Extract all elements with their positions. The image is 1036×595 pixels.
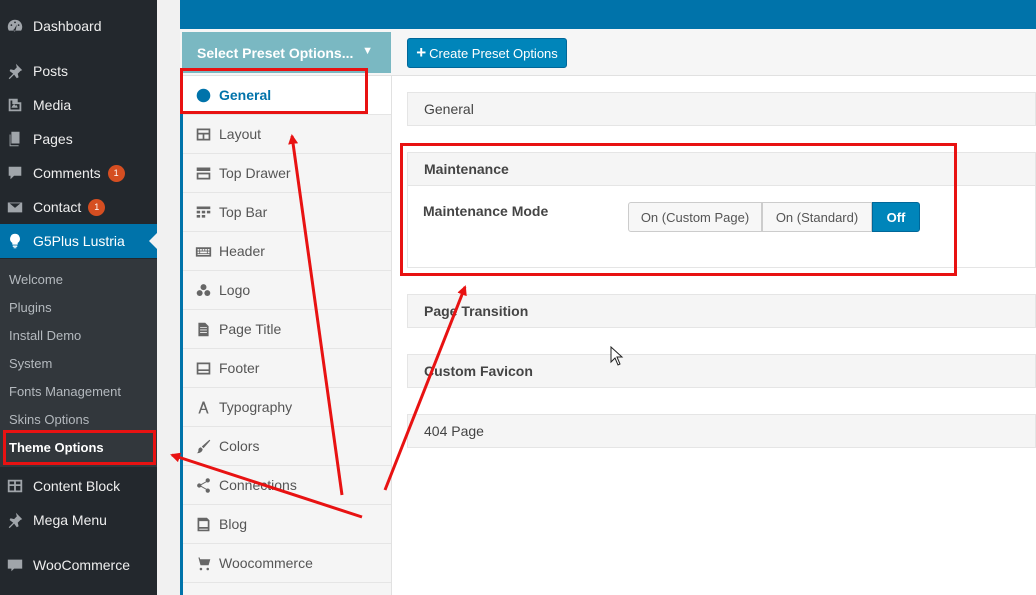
lightbulb-icon	[5, 231, 25, 251]
nav-tab-label: Logo	[219, 282, 251, 298]
preset-select-label: Select Preset Options...	[197, 44, 354, 61]
menu-item-g5plus-lustria[interactable]: G5Plus Lustria	[0, 224, 157, 258]
comments-count-badge: 1	[107, 164, 125, 182]
create-preset-label: Create Preset Options	[429, 45, 558, 61]
nav-tab-label: Page Title	[219, 321, 282, 337]
admin-sidebar: Dashboard Posts Media Pages Comments 1 C…	[0, 0, 157, 595]
nav-tab-label: Footer	[219, 360, 260, 376]
woo-icon	[5, 555, 25, 575]
highlight-theme-options	[3, 430, 156, 465]
pages-icon	[5, 129, 25, 149]
nav-tab-connections[interactable]: Connections	[183, 466, 391, 505]
menu-item-label: Contact	[33, 199, 82, 215]
nav-tab-label: Woocommerce	[219, 555, 313, 571]
nav-tab-header[interactable]: Header	[183, 232, 391, 271]
nav-tab-label: Top Drawer	[219, 165, 291, 181]
preset-select-dropdown[interactable]: Select Preset Options... ▼	[182, 32, 391, 73]
contact-count-badge: 1	[88, 198, 106, 216]
pin-icon	[5, 61, 25, 81]
nav-tab-logo[interactable]: Logo	[183, 271, 391, 310]
menu-item-label: G5Plus Lustria	[33, 233, 125, 249]
menu-item-label: Mega Menu	[33, 512, 107, 528]
menu-item-mega-menu[interactable]: Mega Menu	[0, 503, 157, 537]
menu-item-label: Dashboard	[33, 18, 102, 34]
nav-tab-label: Layout	[219, 126, 262, 142]
section-404-page[interactable]: 404 Page	[407, 414, 1036, 448]
menu-item-pages[interactable]: Pages	[0, 122, 157, 156]
topbar-icon	[193, 202, 213, 222]
nav-tab-woocommerce[interactable]: Woocommerce	[183, 544, 391, 583]
submenu-item-welcome[interactable]: Welcome	[9, 272, 63, 287]
content-gutter	[157, 0, 180, 595]
menu-item-dashboard[interactable]: Dashboard	[0, 9, 157, 43]
envelope-icon	[5, 197, 25, 217]
nav-tab-label: Connections	[219, 477, 297, 493]
menu-item-media[interactable]: Media	[0, 88, 157, 122]
menu-item-label: WooCommerce	[33, 557, 130, 573]
section-title: Custom Favicon	[424, 363, 533, 379]
menu-item-label: Posts	[33, 63, 69, 79]
comments-icon	[5, 163, 25, 183]
submenu-item-plugins[interactable]: Plugins	[9, 300, 52, 315]
create-preset-button[interactable]: + Create Preset Options	[407, 38, 567, 68]
section-title: Page Transition	[424, 303, 529, 319]
nav-tab-label: Top Bar	[219, 204, 268, 220]
dashboard-icon	[5, 16, 25, 36]
nav-tab-label: Colors	[219, 438, 260, 454]
nav-tab-label: Header	[219, 243, 265, 259]
section-page-transition[interactable]: Page Transition	[407, 294, 1036, 328]
nav-tab-label: Typography	[219, 399, 293, 415]
section-title: General	[424, 101, 474, 117]
menu-item-label: Content Block	[33, 478, 121, 494]
circles-icon	[193, 280, 213, 300]
menu-item-posts[interactable]: Posts	[0, 54, 157, 88]
section-title: 404 Page	[424, 423, 484, 439]
plus-icon: +	[416, 43, 427, 62]
footer-icon	[193, 358, 213, 378]
cart-icon	[193, 553, 213, 573]
font-icon	[193, 397, 213, 417]
document-icon	[193, 319, 213, 339]
chevron-down-icon: ▼	[362, 45, 373, 57]
nav-tab-top-bar[interactable]: Top Bar	[183, 193, 391, 232]
nav-tab-footer[interactable]: Footer	[183, 349, 391, 388]
nav-tab-colors[interactable]: Colors	[183, 427, 391, 466]
brush-icon	[193, 436, 213, 456]
menu-item-label: Comments	[33, 165, 101, 181]
nav-tab-layout[interactable]: Layout	[183, 115, 391, 154]
table-icon	[5, 476, 25, 496]
mouse-cursor-icon	[610, 346, 624, 366]
nav-tab-blog[interactable]: Blog	[183, 505, 391, 544]
nav-tab-top-drawer[interactable]: Top Drawer	[183, 154, 391, 193]
menu-item-woocommerce[interactable]: WooCommerce	[0, 548, 157, 582]
menu-item-contact[interactable]: Contact 1	[0, 190, 157, 224]
submenu-item-install-demo[interactable]: Install Demo	[9, 328, 81, 343]
menu-item-label: Media	[33, 97, 72, 113]
pin-icon	[5, 510, 25, 530]
nav-tab-typography[interactable]: Typography	[183, 388, 391, 427]
menu-item-label: Pages	[33, 131, 73, 147]
submenu-item-fonts-management[interactable]: Fonts Management	[9, 384, 121, 399]
highlight-general-tab	[180, 68, 368, 114]
nav-tab-label: Blog	[219, 516, 248, 532]
section-custom-favicon[interactable]: Custom Favicon	[407, 354, 1036, 388]
submenu-item-system[interactable]: System	[9, 356, 52, 371]
media-icon	[5, 95, 25, 115]
menu-item-comments[interactable]: Comments 1	[0, 156, 157, 190]
menu-item-content-block[interactable]: Content Block	[0, 469, 157, 503]
section-general[interactable]: General	[407, 92, 1036, 126]
share-icon	[193, 475, 213, 495]
keyboard-icon	[193, 241, 213, 261]
options-top-bar	[180, 0, 1036, 29]
layout-icon	[193, 124, 213, 144]
nav-tab-page-title[interactable]: Page Title	[183, 310, 391, 349]
blog-icon	[193, 514, 213, 534]
drawer-icon	[193, 163, 213, 183]
highlight-maintenance-section	[400, 143, 957, 276]
submenu-item-skins-options[interactable]: Skins Options	[9, 412, 89, 427]
